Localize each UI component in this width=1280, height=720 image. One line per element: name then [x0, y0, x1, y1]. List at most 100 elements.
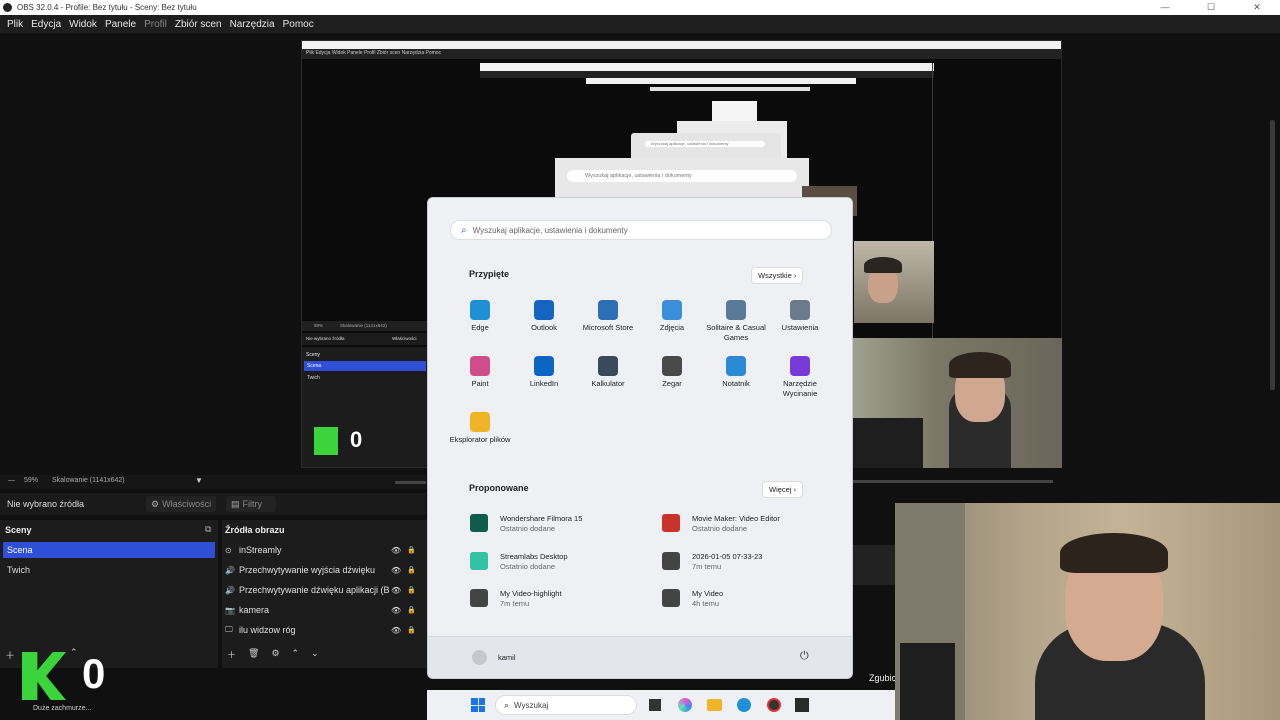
- pinned-app-6[interactable]: Paint: [448, 356, 512, 389]
- recommended-item-2[interactable]: Streamlabs Desktop Ostatnio dodane: [470, 550, 640, 576]
- scene-item-scena[interactable]: Scena: [3, 542, 215, 558]
- lock-icon[interactable]: 🔒: [407, 566, 416, 574]
- pinned-app-8[interactable]: Kalkulator: [576, 356, 640, 389]
- move-up-icon[interactable]: ⌃: [292, 648, 300, 661]
- move-down-icon[interactable]: ⌄: [311, 648, 319, 661]
- scaling-label: Skalowanie (1141x642): [52, 477, 125, 484]
- app-icon: [790, 356, 810, 376]
- source-settings-icon[interactable]: ⚙: [271, 648, 279, 661]
- menu-widok[interactable]: Widok: [69, 19, 97, 30]
- filter-icon: ▤: [231, 498, 240, 509]
- app-icon: [726, 356, 746, 376]
- pinned-app-11[interactable]: Narzędzie Wycinanie: [768, 356, 832, 399]
- all-apps-button[interactable]: Wszystkie ›: [751, 267, 804, 284]
- recommended-item-1[interactable]: Movie Maker: Video Editor Ostatnio dodane: [662, 512, 832, 538]
- power-icon[interactable]: ⏻: [800, 650, 809, 663]
- pinned-app-3[interactable]: Zdjęcia: [640, 300, 704, 333]
- more-button[interactable]: Więcej ›: [762, 481, 804, 498]
- source-item-3[interactable]: 📷 kamera 👁 🔒: [225, 600, 425, 620]
- menu-plik[interactable]: Plik: [7, 19, 23, 30]
- pinned-app-10[interactable]: Notatnik: [704, 356, 768, 389]
- remove-source-icon[interactable]: 🗑: [248, 648, 259, 661]
- menu-edycja[interactable]: Edycja: [31, 19, 61, 30]
- lock-icon[interactable]: 🔒: [407, 586, 416, 594]
- pinned-app-0[interactable]: Edge: [448, 300, 512, 333]
- pinned-app-1[interactable]: Outlook: [512, 300, 576, 333]
- lock-icon[interactable]: 🔒: [407, 626, 416, 634]
- gear-icon: ⚙: [151, 498, 160, 509]
- start-search-input[interactable]: ⌕ Wyszukaj aplikacje, ustawienia i dokum…: [450, 220, 832, 240]
- recommended-subtitle: Ostatnio dodane: [500, 524, 556, 533]
- filters-button[interactable]: ▤ Filtry: [226, 496, 276, 512]
- nested-search: Wyszukaj aplikacje, ustawienia i dokumen…: [567, 170, 797, 182]
- minimize-icon[interactable]: —: [1142, 0, 1188, 15]
- properties-button[interactable]: ⚙ Właściwości: [146, 496, 216, 512]
- user-name[interactable]: kamil: [498, 653, 516, 662]
- copilot-icon[interactable]: [678, 698, 692, 712]
- pinned-app-5[interactable]: Ustawienia: [768, 300, 832, 333]
- right-scrollbar[interactable]: [1270, 120, 1275, 390]
- lock-icon[interactable]: 🔒: [407, 546, 416, 554]
- source-item-4[interactable]: 🖵 ilu widzow róg 👁 🔒: [225, 620, 425, 640]
- file-icon: [662, 552, 680, 570]
- nested-titlebar-4: [650, 87, 810, 91]
- preview-scrollbar[interactable]: [395, 481, 426, 484]
- app-label: Ustawienia: [781, 323, 819, 332]
- source-label: ilu widzow róg: [239, 625, 296, 635]
- pinned-app-4[interactable]: Solitaire & Casual Games: [704, 300, 768, 343]
- pinned-app-9[interactable]: Zegar: [640, 356, 704, 389]
- pinned-app-2[interactable]: Microsoft Store: [576, 300, 640, 333]
- source-item-1[interactable]: 🔊 Przechwytywanie wyjścia dźwięku 👁 🔒: [225, 560, 425, 580]
- add-scene-icon[interactable]: ＋: [5, 647, 15, 662]
- scene-label-twich: Twich: [7, 565, 31, 575]
- all-apps-label: Wszystkie: [758, 271, 792, 280]
- app-icon[interactable]: [795, 698, 809, 712]
- recommended-item-4[interactable]: My Video-highlight 7m temu: [470, 587, 640, 613]
- recommended-item-3[interactable]: 2026-01-05 07-33-23 7m temu: [662, 550, 832, 576]
- right-cut-text: Zgubic: [869, 673, 897, 683]
- sources-panel: Źródła obrazu ⊙ inStreamly 👁 🔒 🔊 Przechwytywa…: [222, 520, 427, 668]
- scenes-panel: Sceny ⧉ Scena Twich: [0, 520, 218, 668]
- eye-icon[interactable]: 👁: [391, 626, 407, 635]
- add-source-icon[interactable]: ＋: [227, 648, 236, 661]
- obs-icon[interactable]: [767, 698, 781, 712]
- undock-icon[interactable]: ⧉: [205, 524, 211, 535]
- user-avatar[interactable]: [472, 650, 487, 665]
- menu-panele[interactable]: Panele: [105, 19, 136, 30]
- scene-up-icon[interactable]: ⌃: [70, 647, 78, 658]
- app-label: LinkedIn: [529, 379, 559, 388]
- chevron-down-icon[interactable]: ▼: [195, 476, 203, 485]
- menu-zbior-scen[interactable]: Zbiór scen: [175, 19, 222, 30]
- preview-scrollbar-right[interactable]: [853, 480, 1053, 483]
- eye-icon[interactable]: 👁: [391, 586, 407, 595]
- scene-item-twich[interactable]: Twich: [3, 562, 215, 578]
- recommended-title: My Video-highlight: [500, 589, 562, 598]
- taskbar-search-placeholder: Wyszukaj: [514, 700, 549, 710]
- menu-pomoc[interactable]: Pomoc: [283, 19, 314, 30]
- lock-icon[interactable]: 🔒: [407, 606, 416, 614]
- task-view-icon[interactable]: [649, 699, 661, 711]
- eye-icon[interactable]: 👁: [391, 606, 407, 615]
- recommended-subtitle: Ostatnio dodane: [692, 524, 748, 533]
- eye-icon[interactable]: 👁: [391, 546, 407, 555]
- menu-profil[interactable]: Profil: [144, 19, 167, 30]
- recommended-item-5[interactable]: My Video 4h temu: [662, 587, 832, 613]
- windows-start-icon[interactable]: [471, 698, 485, 712]
- nested-zoom: 59%: [314, 323, 324, 328]
- edge-icon[interactable]: [737, 698, 751, 712]
- maximize-icon[interactable]: ☐: [1188, 0, 1234, 15]
- close-icon[interactable]: ✕: [1234, 0, 1280, 15]
- eye-icon[interactable]: 👁: [391, 566, 407, 575]
- webcam-background-object: [853, 418, 923, 468]
- source-item-0[interactable]: ⊙ inStreamly 👁 🔒: [225, 540, 425, 560]
- nested-titlebar: [302, 41, 1061, 49]
- source-item-2[interactable]: 🔊 Przechwytywanie dźwięku aplikacji (B 👁 🔒: [225, 580, 425, 600]
- recommended-item-0[interactable]: Wondershare Filmora 15 Ostatnio dodane: [470, 512, 640, 538]
- pinned-app-12[interactable]: Eksplorator plików: [448, 412, 512, 445]
- taskbar-search-input[interactable]: ⌕ Wyszukaj: [495, 695, 637, 715]
- file-explorer-icon[interactable]: [707, 699, 722, 711]
- app-icon: [598, 300, 618, 320]
- zoom-minus-icon[interactable]: —: [8, 477, 15, 484]
- menu-narzedzia[interactable]: Narzędzia: [230, 19, 275, 30]
- pinned-app-7[interactable]: LinkedIn: [512, 356, 576, 389]
